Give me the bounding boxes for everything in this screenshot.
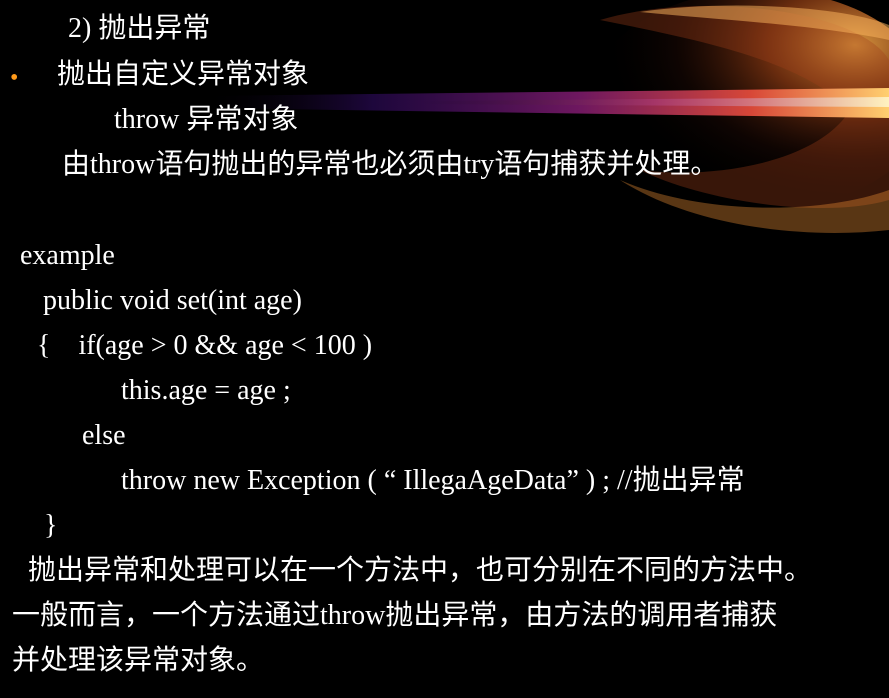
syntax-line: throw 异常对象: [114, 104, 299, 135]
example-label: example: [20, 240, 115, 271]
code-line: this.age = age ;: [121, 375, 291, 406]
slide: 2) 抛出异常 • 抛出自定义异常对象 throw 异常对象 由throw语句抛…: [0, 0, 889, 698]
summary-line: 并处理该异常对象。: [12, 645, 265, 676]
note-line: 由throw语句抛出的异常也必须由try语句捕获并处理。: [62, 149, 719, 180]
section-heading: 2) 抛出异常: [68, 13, 211, 44]
bullet-text: 抛出自定义异常对象: [57, 59, 310, 90]
code-line: }: [44, 510, 58, 541]
summary-line: 一般而言，一个方法通过throw抛出异常，由方法的调用者捕获: [12, 600, 778, 631]
bullet-marker: •: [10, 65, 19, 91]
summary-line: 抛出异常和处理可以在一个方法中，也可分别在不同的方法中。: [28, 555, 813, 586]
code-line: else: [82, 420, 126, 451]
code-line: public void set(int age): [43, 285, 302, 316]
code-line: { if(age > 0 && age < 100 ): [37, 330, 373, 361]
code-line: throw new Exception ( “ IllegaAgeData” )…: [121, 465, 745, 496]
